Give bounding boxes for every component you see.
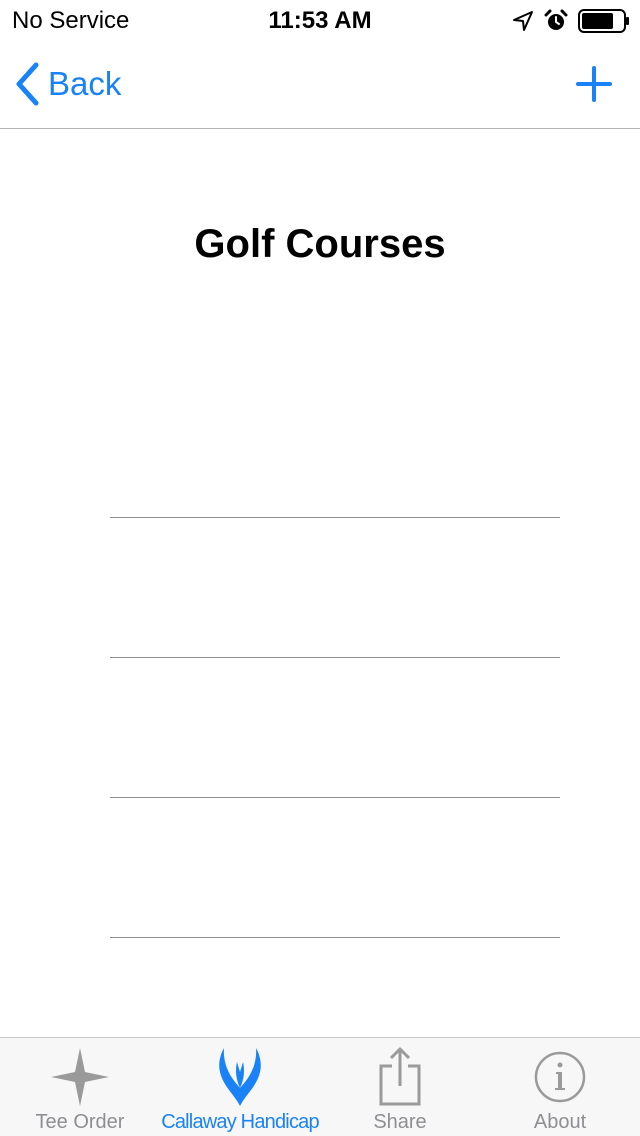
four-point-star-icon: [51, 1048, 109, 1106]
list-row-divider: [110, 657, 560, 658]
battery-icon: [578, 9, 629, 33]
callaway-logo-icon: [219, 1048, 261, 1106]
list-row-divider: [110, 937, 560, 938]
tab-label: Callaway Handicap: [161, 1111, 319, 1133]
tab-label: Share: [373, 1111, 427, 1133]
status-icons: [512, 8, 630, 34]
tab-label: Tee Order: [35, 1111, 125, 1133]
tab-about[interactable]: About: [480, 1038, 640, 1136]
alarm-clock-icon: [544, 9, 568, 30]
back-button[interactable]: Back: [14, 60, 121, 108]
list-row-divider: [110, 517, 560, 518]
share-icon: [379, 1047, 421, 1106]
tab-tee-order[interactable]: Tee Order: [0, 1038, 160, 1136]
location-arrow-icon: [513, 11, 533, 31]
tab-share[interactable]: Share: [320, 1038, 480, 1136]
list-row-divider: [110, 797, 560, 798]
add-course-button[interactable]: [574, 64, 614, 104]
chevron-left-icon: [16, 62, 39, 106]
navigation-bar: Back: [0, 40, 640, 129]
plus-icon: [576, 66, 612, 102]
tab-bar: Tee Order Callaway Handicap Share About: [0, 1037, 640, 1136]
status-bar: No Service 11:53 AM: [0, 0, 640, 40]
page-title: Golf Courses: [194, 222, 446, 266]
tab-callaway-handicap[interactable]: Callaway Handicap: [160, 1038, 320, 1136]
back-label: Back: [48, 65, 122, 102]
info-icon: [534, 1051, 586, 1103]
tab-label: About: [533, 1111, 587, 1133]
